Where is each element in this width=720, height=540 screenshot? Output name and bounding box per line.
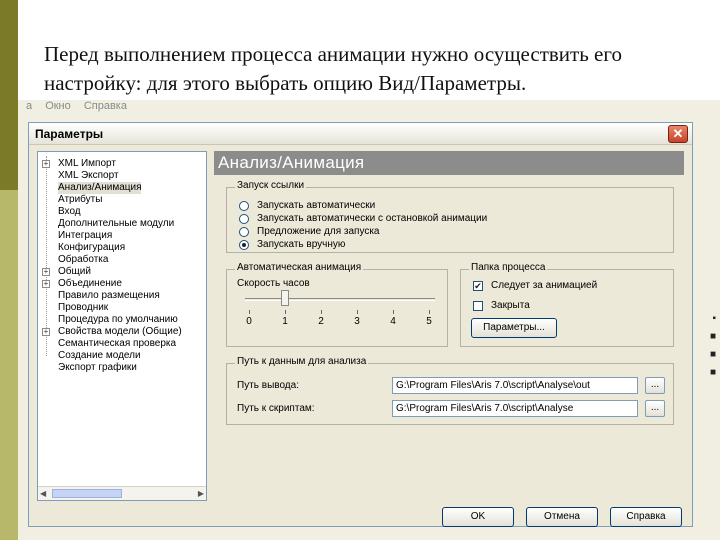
slider-tick (321, 310, 322, 314)
tree-item-label: Конфигурация (58, 242, 126, 253)
analysis-paths-legend: Путь к данным для анализа (235, 356, 369, 367)
pane-header-title: Анализ/Анимация (218, 153, 365, 172)
follow-animation-checkbox[interactable]: ✔ (473, 281, 483, 291)
tree-item-label: Общий (58, 266, 91, 277)
ok-button[interactable]: OK (442, 507, 514, 527)
tree-item-label: Проводник (58, 302, 109, 313)
slider-tick-label: 0 (246, 316, 252, 327)
browse-output-button[interactable]: ... (645, 377, 665, 394)
process-folder-group: Папка процесса ✔ Следует за анимацией За… (460, 262, 674, 347)
auto-animation-legend: Автоматическая анимация (235, 262, 364, 273)
tree-connector-line (46, 156, 47, 356)
closed-checkbox[interactable] (473, 301, 483, 311)
slide-caption: Перед выполнением процесса анимации нужн… (44, 42, 622, 95)
dialog-title: Параметры (35, 127, 104, 141)
scroll-thumb[interactable] (52, 489, 122, 498)
slider-tick (393, 310, 394, 314)
tree-item-label: XML Импорт (58, 158, 116, 169)
slider-tick-label: 1 (282, 316, 288, 327)
help-button[interactable]: Справка (610, 507, 682, 527)
tree-item-label: Дополнительные модули (58, 218, 175, 229)
radio-label: Запускать автоматически с остановкой ани… (257, 213, 488, 224)
tree-item-label: Вход (58, 206, 81, 217)
options-tree[interactable]: ◀ ▶ + XML Импорт XML Экспорт Анализ/Анимаци… (37, 151, 207, 501)
expand-plus-icon[interactable]: + (42, 268, 50, 276)
side-bar-dark-strip (0, 0, 18, 190)
scripts-path-label: Путь к скриптам: (237, 403, 315, 414)
faded-menu-bar: а Окно Справка (26, 100, 137, 112)
scroll-right-arrow-icon[interactable]: ▶ (198, 489, 204, 498)
tree-item-label: Экспорт графики (58, 362, 137, 373)
side-bar-light-strip (0, 190, 18, 540)
tree-item-label: Объединение (58, 278, 122, 289)
parameters-dialog: Параметры ✕ ◀ ▶ + XML Импорт XML Экспорт Ан… (28, 122, 693, 527)
cancel-button[interactable]: Отмена (526, 507, 598, 527)
pane-header: Анализ/Анимация (214, 151, 684, 175)
tree-horizontal-scrollbar[interactable]: ◀ ▶ (38, 486, 206, 500)
menu-item-help[interactable]: Справка (84, 100, 127, 112)
browse-scripts-button[interactable]: ... (645, 400, 665, 417)
tree-item-label: Правило размещения (58, 290, 160, 301)
auto-animation-group: Автоматическая анимация Скорость часов 0… (226, 262, 448, 347)
output-path-input[interactable]: G:\Program Files\Aris 7.0\script\Analyse… (392, 377, 638, 394)
clock-speed-track[interactable] (245, 298, 435, 301)
scroll-left-arrow-icon[interactable]: ◀ (40, 489, 46, 498)
tree-item-label: Атрибуты (58, 194, 103, 205)
output-path-label: Путь вывода: (237, 380, 299, 391)
follow-animation-label: Следует за анимацией (491, 280, 598, 291)
expand-plus-icon[interactable]: + (42, 280, 50, 288)
scripts-path-input[interactable]: G:\Program Files\Aris 7.0\script\Analyse (392, 400, 638, 417)
slider-tick-label: 4 (390, 316, 396, 327)
expand-plus-icon[interactable]: + (42, 328, 50, 336)
slider-tick-label: 5 (426, 316, 432, 327)
folder-parameters-button[interactable]: Параметры... (471, 318, 557, 338)
settings-pane: Анализ/Анимация Запуск ссылки Запускать … (214, 151, 684, 491)
edge-mark: ■ (709, 367, 716, 378)
radio-button[interactable] (239, 214, 249, 224)
screenshot-area: а Окно Справка Параметры ✕ ◀ ▶ + XML Импо… (18, 100, 720, 540)
tree-item-label: Процедура по умолчанию (58, 314, 178, 325)
clock-speed-slider-thumb[interactable] (281, 290, 289, 306)
radio-label: Запускать автоматически (257, 200, 376, 211)
expand-plus-icon[interactable]: + (42, 160, 50, 168)
edge-mark: ■ (709, 349, 716, 360)
radio-button[interactable] (239, 201, 249, 211)
slider-tick (429, 310, 430, 314)
tree-item-label: XML Экспорт (58, 170, 119, 181)
edge-mark: ▪ (712, 313, 716, 324)
tree-item-label: Свойства модели (Общие) (58, 326, 182, 337)
analysis-paths-group: Путь к данным для анализа Путь вывода: G… (226, 356, 674, 425)
launch-group: Запуск ссылки Запускать автоматически За… (226, 180, 674, 253)
closed-label: Закрыта (491, 300, 530, 311)
slider-tick-label: 2 (318, 316, 324, 327)
tree-item-label: Обработка (58, 254, 109, 265)
tree-item-label: Семантическая проверка (58, 338, 177, 349)
radio-label: Предложение для запуска (257, 226, 380, 237)
close-button[interactable]: ✕ (668, 125, 688, 143)
menu-item-window[interactable]: Окно (45, 100, 71, 112)
slider-tick (249, 310, 250, 314)
tree-item-label: Анализ/Анимация (58, 182, 142, 194)
slider-tick (285, 310, 286, 314)
menu-item-view[interactable]: а (26, 100, 32, 112)
slider-tick (357, 310, 358, 314)
slider-tick-label: 3 (354, 316, 360, 327)
dialog-titlebar[interactable]: Параметры ✕ (29, 123, 692, 145)
process-folder-legend: Папка процесса (469, 262, 548, 273)
radio-button[interactable] (239, 227, 249, 237)
slide-side-bar (0, 0, 18, 540)
launch-group-legend: Запуск ссылки (235, 180, 307, 191)
clock-speed-label: Скорость часов (237, 278, 310, 289)
edge-mark: ■ (709, 331, 716, 342)
radio-button[interactable] (239, 240, 249, 250)
background-edge-marks: ▪ ■ ■ ■ (710, 310, 716, 382)
tree-item-label: Интеграция (58, 230, 113, 241)
radio-label: Запускать вручную (257, 239, 346, 250)
close-icon: ✕ (672, 126, 684, 141)
tree-item-label: Создание модели (58, 350, 141, 361)
